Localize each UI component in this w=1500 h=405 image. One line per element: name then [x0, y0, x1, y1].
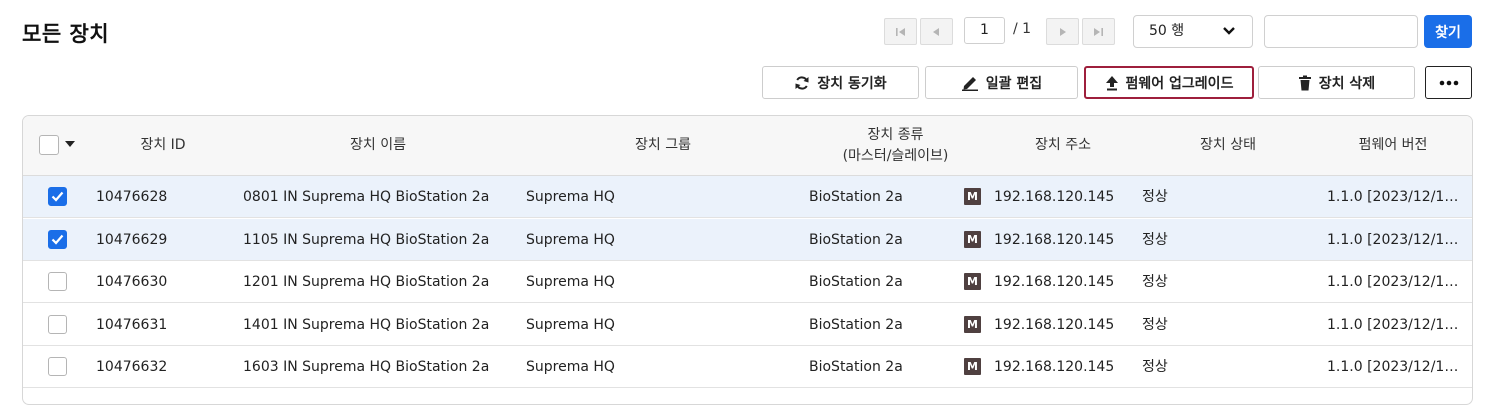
batch-edit-button[interactable]: 일괄 편집: [925, 66, 1078, 99]
last-page-button[interactable]: [1082, 18, 1115, 45]
cell-device-name: 1201 IN Suprema HQ BioStation 2a: [243, 274, 490, 291]
table-row[interactable]: 10476631 1401 IN Suprema HQ BioStation 2a…: [23, 304, 1472, 346]
cell-device-status: 정상: [1142, 274, 1168, 291]
cell-device-status: 정상: [1142, 359, 1168, 376]
header-device-id[interactable]: 장치 ID: [123, 116, 203, 175]
master-badge: M: [964, 188, 981, 205]
cell-device-address: 192.168.120.145: [994, 231, 1115, 248]
cell-device-group: Suprema HQ: [526, 359, 615, 376]
first-page-icon: [896, 27, 905, 36]
cell-device-address: 192.168.120.145: [994, 274, 1115, 291]
delete-devices-label: 장치 삭제: [1318, 75, 1376, 92]
cell-device-type: BioStation 2a: [809, 231, 903, 248]
cell-device-group: Suprema HQ: [526, 231, 615, 248]
page-title: 모든 장치: [22, 22, 110, 46]
header-device-name[interactable]: 장치 이름: [318, 116, 438, 175]
first-page-button[interactable]: [884, 18, 917, 45]
cell-device-id: 10476628: [96, 189, 168, 205]
rows-per-page-select[interactable]: 50 행: [1133, 15, 1253, 48]
table-row[interactable]: 10476630 1201 IN Suprema HQ BioStation 2a…: [23, 261, 1472, 304]
master-badge: M: [964, 230, 981, 248]
cell-device-name: 1603 IN Suprema HQ BioStation 2a: [243, 359, 490, 376]
cell-device-type: BioStation 2a: [809, 316, 903, 333]
cell-firmware-version: 1.1.0 [2023/12/1…: [1327, 231, 1459, 248]
cell-device-type: BioStation 2a: [809, 359, 903, 376]
pencil-icon: [961, 76, 978, 91]
chevron-down-icon: [1223, 27, 1235, 35]
firmware-upgrade-button[interactable]: 펌웨어 업그레이드: [1084, 66, 1254, 99]
check-icon: [51, 234, 64, 245]
table-row[interactable]: 10476629 1105 IN Suprema HQ BioStation 2a…: [23, 218, 1472, 261]
cell-device-id: 10476629: [96, 231, 168, 248]
cell-firmware-version: 1.1.0 [2023/12/1…: [1327, 189, 1459, 205]
device-table: 장치 ID 장치 이름 장치 그룹 장치 종류 (마스터/슬레이브) 장치 주소…: [22, 115, 1473, 405]
table-row[interactable]: 10476628 0801 IN Suprema HQ BioStation 2a…: [23, 176, 1472, 218]
row-checkbox[interactable]: [48, 357, 67, 377]
select-all-checkbox[interactable]: [39, 135, 59, 155]
header-device-address[interactable]: 장치 주소: [1008, 116, 1118, 175]
cell-device-type: BioStation 2a: [809, 189, 903, 205]
cell-firmware-version: 1.1.0 [2023/12/1…: [1327, 274, 1459, 291]
header-device-group[interactable]: 장치 그룹: [603, 116, 723, 175]
more-options-button[interactable]: [1425, 66, 1472, 99]
trash-icon: [1298, 75, 1311, 90]
cell-device-address: 192.168.120.145: [994, 316, 1115, 333]
search-button[interactable]: 찾기: [1424, 15, 1472, 48]
cell-device-name: 1105 IN Suprema HQ BioStation 2a: [243, 231, 490, 248]
master-badge: M: [964, 315, 981, 333]
next-page-button[interactable]: [1046, 18, 1079, 45]
delete-devices-button[interactable]: 장치 삭제: [1258, 66, 1415, 99]
batch-edit-label: 일괄 편집: [985, 75, 1043, 92]
cell-device-status: 정상: [1142, 231, 1168, 248]
row-checkbox[interactable]: [48, 229, 67, 249]
header-device-status[interactable]: 장치 상태: [1173, 116, 1283, 175]
table-row[interactable]: 10476632 1603 IN Suprema HQ BioStation 2a…: [23, 346, 1472, 389]
master-badge: M: [964, 273, 981, 291]
cell-device-id: 10476631: [96, 316, 168, 333]
last-page-icon: [1094, 27, 1103, 36]
cell-device-id: 10476632: [96, 359, 168, 376]
cell-device-type: BioStation 2a: [809, 274, 903, 291]
select-all-dropdown-icon[interactable]: [65, 141, 75, 148]
cell-device-status: 정상: [1142, 189, 1168, 205]
prev-page-icon: [933, 27, 939, 36]
cell-device-address: 192.168.120.145: [994, 359, 1115, 376]
cell-device-id: 10476630: [96, 274, 168, 291]
cell-device-name: 1401 IN Suprema HQ BioStation 2a: [243, 316, 490, 333]
row-checkbox[interactable]: [48, 187, 67, 206]
refresh-icon: [795, 75, 809, 90]
table-header: 장치 ID 장치 이름 장치 그룹 장치 종류 (마스터/슬레이브) 장치 주소…: [23, 116, 1472, 176]
cell-device-name: 0801 IN Suprema HQ BioStation 2a: [243, 189, 490, 205]
cell-firmware-version: 1.1.0 [2023/12/1…: [1327, 316, 1459, 333]
cell-device-address: 192.168.120.145: [994, 189, 1115, 205]
sync-devices-label: 장치 동기화: [817, 75, 887, 92]
cell-device-group: Suprema HQ: [526, 316, 615, 333]
check-icon: [51, 191, 64, 202]
cell-device-status: 정상: [1142, 316, 1168, 333]
next-page-icon: [1060, 27, 1066, 36]
page-total: / 1: [1013, 21, 1032, 37]
search-input[interactable]: [1264, 15, 1418, 48]
row-checkbox[interactable]: [48, 272, 67, 292]
rows-per-page-value: 50 행: [1149, 23, 1185, 39]
cell-device-group: Suprema HQ: [526, 274, 615, 291]
more-dots-icon: [1439, 80, 1458, 85]
prev-page-button[interactable]: [920, 18, 953, 45]
header-device-type[interactable]: 장치 종류 (마스터/슬레이브): [828, 116, 963, 175]
header-firmware-version[interactable]: 펌웨어 버전: [1338, 116, 1448, 175]
row-checkbox[interactable]: [48, 314, 67, 334]
cell-firmware-version: 1.1.0 [2023/12/1…: [1327, 359, 1459, 376]
upload-arrow-icon: [1105, 75, 1118, 90]
master-badge: M: [964, 358, 981, 376]
sync-devices-button[interactable]: 장치 동기화: [762, 66, 919, 99]
page-number-input[interactable]: 1: [964, 17, 1005, 44]
firmware-upgrade-label: 펌웨어 업그레이드: [1125, 75, 1234, 92]
cell-device-group: Suprema HQ: [526, 189, 615, 205]
header-device-type-line2: (마스터/슬레이브): [842, 147, 949, 164]
header-device-type-line1: 장치 종류: [867, 126, 924, 143]
